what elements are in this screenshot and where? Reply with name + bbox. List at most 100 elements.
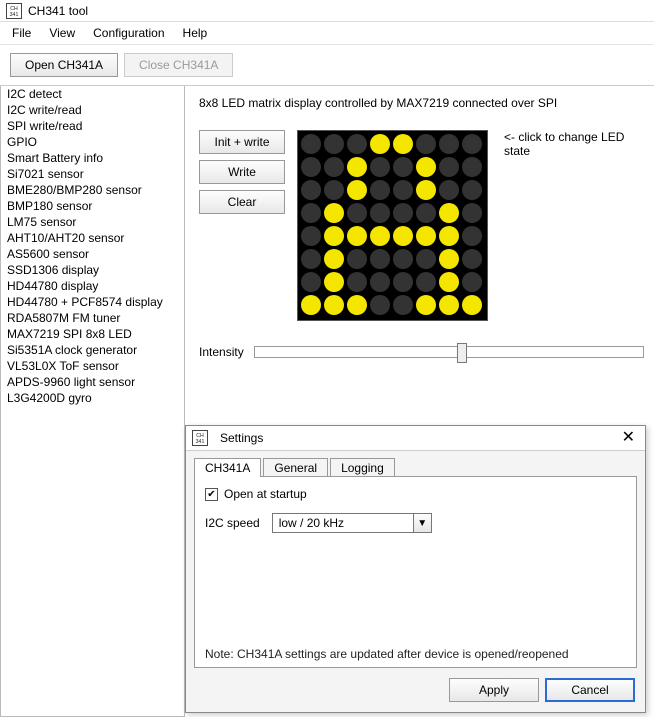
led-cell[interactable]	[324, 157, 344, 177]
led-cell[interactable]	[370, 272, 390, 292]
write-button[interactable]: Write	[199, 160, 285, 184]
led-cell[interactable]	[416, 157, 436, 177]
sidebar-item[interactable]: Smart Battery info	[1, 150, 184, 166]
sidebar-item[interactable]: RDA5807M FM tuner	[1, 310, 184, 326]
led-cell[interactable]	[462, 180, 482, 200]
sidebar-item[interactable]: BME280/BMP280 sensor	[1, 182, 184, 198]
sidebar-item[interactable]: BMP180 sensor	[1, 198, 184, 214]
led-cell[interactable]	[416, 295, 436, 315]
open-at-startup-checkbox[interactable]: ✔	[205, 488, 218, 501]
sidebar-item[interactable]: I2C write/read	[1, 102, 184, 118]
led-cell[interactable]	[393, 134, 413, 154]
tab-ch341a[interactable]: CH341A	[194, 458, 261, 477]
led-matrix[interactable]	[297, 130, 488, 321]
led-cell[interactable]	[393, 226, 413, 246]
sidebar-item[interactable]: AHT10/AHT20 sensor	[1, 230, 184, 246]
led-cell[interactable]	[439, 157, 459, 177]
led-cell[interactable]	[347, 295, 367, 315]
led-cell[interactable]	[324, 134, 344, 154]
menu-view[interactable]: View	[41, 24, 83, 42]
sidebar-item[interactable]: GPIO	[1, 134, 184, 150]
led-cell[interactable]	[370, 180, 390, 200]
led-cell[interactable]	[462, 134, 482, 154]
chevron-down-icon[interactable]: ▼	[413, 514, 431, 532]
tab-logging[interactable]: Logging	[330, 458, 395, 477]
sidebar-item[interactable]: L3G4200D gyro	[1, 390, 184, 406]
intensity-slider[interactable]	[254, 346, 644, 358]
led-cell[interactable]	[393, 272, 413, 292]
led-cell[interactable]	[439, 134, 459, 154]
init-write-button[interactable]: Init + write	[199, 130, 285, 154]
led-cell[interactable]	[370, 157, 390, 177]
led-cell[interactable]	[439, 180, 459, 200]
sidebar-item[interactable]: Si7021 sensor	[1, 166, 184, 182]
led-cell[interactable]	[462, 157, 482, 177]
led-cell[interactable]	[324, 226, 344, 246]
led-cell[interactable]	[370, 203, 390, 223]
open-ch341a-button[interactable]: Open CH341A	[10, 53, 118, 77]
led-cell[interactable]	[462, 203, 482, 223]
led-cell[interactable]	[301, 203, 321, 223]
led-cell[interactable]	[324, 295, 344, 315]
led-cell[interactable]	[416, 226, 436, 246]
led-cell[interactable]	[324, 180, 344, 200]
led-cell[interactable]	[416, 134, 436, 154]
led-cell[interactable]	[393, 180, 413, 200]
led-cell[interactable]	[370, 134, 390, 154]
led-cell[interactable]	[347, 180, 367, 200]
led-cell[interactable]	[462, 272, 482, 292]
led-cell[interactable]	[393, 157, 413, 177]
menu-help[interactable]: Help	[175, 24, 216, 42]
led-cell[interactable]	[416, 180, 436, 200]
led-cell[interactable]	[301, 249, 321, 269]
sidebar-item[interactable]: I2C detect	[1, 86, 184, 102]
led-cell[interactable]	[416, 249, 436, 269]
sidebar-item[interactable]: SPI write/read	[1, 118, 184, 134]
led-cell[interactable]	[439, 272, 459, 292]
sidebar-item[interactable]: HD44780 + PCF8574 display	[1, 294, 184, 310]
led-cell[interactable]	[347, 226, 367, 246]
sidebar-item[interactable]: APDS-9960 light sensor	[1, 374, 184, 390]
led-cell[interactable]	[324, 203, 344, 223]
led-cell[interactable]	[324, 272, 344, 292]
led-cell[interactable]	[439, 295, 459, 315]
close-icon[interactable]: ✕	[618, 431, 639, 445]
intensity-slider-thumb[interactable]	[457, 343, 467, 363]
i2c-speed-combo[interactable]: low / 20 kHz ▼	[272, 513, 432, 533]
led-cell[interactable]	[416, 272, 436, 292]
led-cell[interactable]	[462, 249, 482, 269]
sidebar-list[interactable]: I2C detectI2C write/readSPI write/readGP…	[0, 86, 185, 717]
led-cell[interactable]	[439, 226, 459, 246]
led-cell[interactable]	[301, 134, 321, 154]
led-cell[interactable]	[347, 134, 367, 154]
menu-configuration[interactable]: Configuration	[85, 24, 172, 42]
cancel-button[interactable]: Cancel	[545, 678, 635, 702]
led-cell[interactable]	[301, 157, 321, 177]
sidebar-item[interactable]: AS5600 sensor	[1, 246, 184, 262]
led-cell[interactable]	[462, 295, 482, 315]
led-cell[interactable]	[347, 249, 367, 269]
led-cell[interactable]	[347, 157, 367, 177]
led-cell[interactable]	[439, 203, 459, 223]
led-cell[interactable]	[393, 249, 413, 269]
led-cell[interactable]	[324, 249, 344, 269]
led-cell[interactable]	[347, 272, 367, 292]
led-cell[interactable]	[347, 203, 367, 223]
led-cell[interactable]	[416, 203, 436, 223]
sidebar-item[interactable]: VL53L0X ToF sensor	[1, 358, 184, 374]
led-cell[interactable]	[301, 272, 321, 292]
led-cell[interactable]	[462, 226, 482, 246]
led-cell[interactable]	[393, 295, 413, 315]
sidebar-item[interactable]: HD44780 display	[1, 278, 184, 294]
led-cell[interactable]	[301, 180, 321, 200]
led-cell[interactable]	[370, 249, 390, 269]
led-cell[interactable]	[393, 203, 413, 223]
tab-general[interactable]: General	[263, 458, 328, 477]
led-cell[interactable]	[370, 226, 390, 246]
apply-button[interactable]: Apply	[449, 678, 539, 702]
led-cell[interactable]	[370, 295, 390, 315]
sidebar-item[interactable]: MAX7219 SPI 8x8 LED	[1, 326, 184, 342]
led-cell[interactable]	[301, 226, 321, 246]
sidebar-item[interactable]: Si5351A clock generator	[1, 342, 184, 358]
sidebar-item[interactable]: SSD1306 display	[1, 262, 184, 278]
